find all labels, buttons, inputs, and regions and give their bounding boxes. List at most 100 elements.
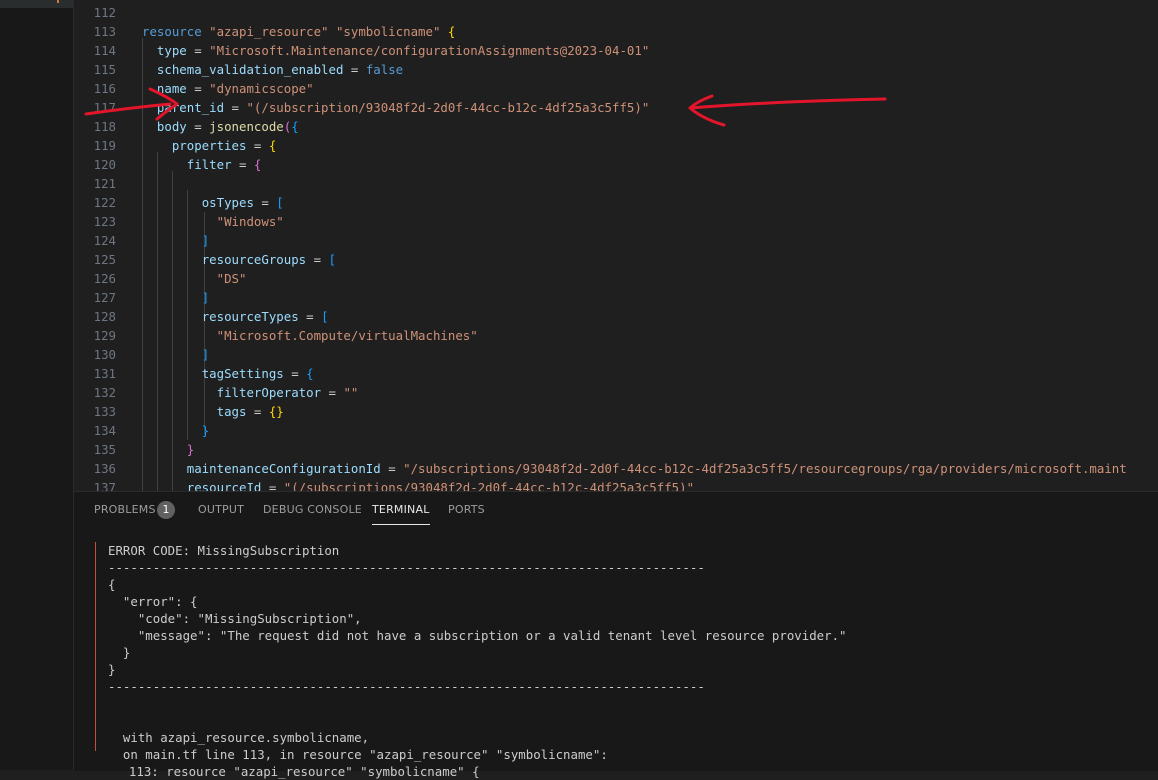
code-line[interactable]: 131 tagSettings = {: [74, 364, 1158, 383]
terminal-line: "message": "The request did not have a s…: [108, 628, 847, 643]
code-line[interactable]: 120 filter = {: [74, 155, 1158, 174]
code-token: "Microsoft.Compute/virtualMachines": [216, 328, 478, 343]
tab-terminal[interactable]: TERMINAL: [372, 503, 430, 525]
code-line[interactable]: 117 parent_id = "(/subscription/93048f2d…: [74, 98, 1158, 117]
code-token: filterOperator: [216, 385, 322, 400]
terminal-line: with azapi_resource.symbolicname,: [108, 730, 370, 745]
terminal-line: ----------------------------------------…: [108, 560, 705, 575]
line-code: type = "Microsoft.Maintenance/configurat…: [142, 41, 649, 60]
code-line[interactable]: 114 type = "Microsoft.Maintenance/config…: [74, 41, 1158, 60]
code-line[interactable]: 113 resource "azapi_resource" "symbolicna…: [74, 22, 1158, 41]
panel-tabs: PROBLEMS 1 OUTPUT DEBUG CONSOLE TERMINAL…: [74, 492, 1158, 528]
code-token: }: [201, 423, 210, 438]
problems-count-badge: 1: [157, 501, 175, 519]
code-token: =: [261, 480, 284, 491]
line-code: ]: [142, 288, 209, 307]
line-number: 124: [93, 233, 116, 248]
tab-problems[interactable]: PROBLEMS: [94, 503, 156, 516]
line-code: "DS": [142, 269, 247, 288]
code-token: ]: [201, 233, 210, 248]
line-code: maintenanceConfigurationId = "/subscript…: [142, 459, 1127, 478]
tab-debug-console[interactable]: DEBUG CONSOLE: [263, 503, 362, 516]
line-number: 136: [93, 461, 116, 476]
explorer-sidebar: [0, 0, 74, 770]
line-number: 132: [93, 385, 116, 400]
line-code: ]: [142, 231, 209, 250]
code-token: schema_validation_enabled: [156, 62, 344, 77]
line-code: osTypes = [: [142, 193, 284, 212]
code-line[interactable]: 133 tags = {}: [74, 402, 1158, 421]
code-line[interactable]: 132 filterOperator = "": [74, 383, 1158, 402]
code-token: =: [246, 404, 269, 419]
line-number: 133: [93, 404, 116, 419]
code-line[interactable]: 125 resourceGroups = [: [74, 250, 1158, 269]
code-line[interactable]: 123 "Windows": [74, 212, 1158, 231]
modified-indicator: [57, 0, 59, 3]
line-number: 127: [93, 290, 116, 305]
tab-output[interactable]: OUTPUT: [198, 503, 244, 516]
terminal-line: }: [108, 662, 116, 677]
line-number: 116: [93, 81, 116, 96]
code-token: =: [253, 195, 277, 210]
code-line[interactable]: 128 resourceTypes = [: [74, 307, 1158, 326]
code-token: tagSettings: [201, 366, 284, 381]
code-line[interactable]: 136 maintenanceConfigurationId = "/subsc…: [74, 459, 1158, 478]
terminal-output[interactable]: ERROR CODE: MissingSubscription ---------…: [74, 532, 1158, 779]
code-line[interactable]: 122 osTypes = [: [74, 193, 1158, 212]
code-line[interactable]: 127 ]: [74, 288, 1158, 307]
code-line[interactable]: 112: [74, 3, 1158, 22]
line-number: 128: [93, 309, 116, 324]
terminal-line: ----------------------------------------…: [108, 679, 705, 694]
code-token: resourceId: [186, 480, 262, 491]
code-line[interactable]: 130 ]: [74, 345, 1158, 364]
line-code: filter = {: [142, 155, 262, 174]
code-token: =: [343, 62, 366, 77]
code-line[interactable]: 116 name = "dynamicscope": [74, 79, 1158, 98]
code-token: [: [321, 309, 329, 324]
code-token: tags: [216, 404, 247, 419]
code-token: "(/subscription/93048f2d-2d0f-44cc-b12c-…: [246, 100, 650, 115]
code-editor[interactable]: 112 113 resource "azapi_resource" "symboli…: [74, 0, 1158, 491]
code-token: osTypes: [201, 195, 254, 210]
code-token: "Microsoft.Maintenance/configurationAssi…: [209, 43, 650, 58]
code-token: ]: [201, 290, 210, 305]
line-number: 113: [93, 24, 116, 39]
code-line[interactable]: 124 ]: [74, 231, 1158, 250]
tab-ports[interactable]: PORTS: [448, 503, 485, 516]
line-code: resourceTypes = [: [142, 307, 329, 326]
code-token: maintenanceConfigurationId: [186, 461, 381, 476]
code-token: resourceTypes: [201, 309, 299, 324]
code-token: resourceGroups: [201, 252, 307, 267]
code-line[interactable]: 115 schema_validation_enabled = false: [74, 60, 1158, 79]
code-line[interactable]: 137 resourceId = "(/subscriptions/93048f…: [74, 478, 1158, 491]
line-code: ]: [142, 345, 209, 364]
code-line[interactable]: 126 "DS": [74, 269, 1158, 288]
selected-file-row[interactable]: [0, 0, 73, 8]
code-token: =: [306, 252, 329, 267]
code-line[interactable]: 119 properties = {: [74, 136, 1158, 155]
line-code: name = "dynamicscope": [142, 79, 314, 98]
code-line[interactable]: 121: [74, 174, 1158, 193]
code-token: "DS": [216, 271, 247, 286]
line-code: tags = {}: [142, 402, 284, 421]
line-number: 125: [93, 252, 116, 267]
code-token: "symbolicname": [335, 24, 441, 39]
error-marker-bar: [95, 542, 96, 751]
code-line[interactable]: 134 }: [74, 421, 1158, 440]
code-token: =: [321, 385, 344, 400]
code-token: =: [186, 119, 210, 134]
code-line[interactable]: 129 "Microsoft.Compute/virtualMachines": [74, 326, 1158, 345]
code-line[interactable]: 118 body = jsonencode({: [74, 117, 1158, 136]
terminal-line: "code": "MissingSubscription",: [108, 611, 362, 626]
terminal-line: {: [108, 577, 116, 592]
code-token: resource: [142, 24, 210, 39]
code-token: =: [246, 138, 269, 153]
code-line[interactable]: 135 }: [74, 440, 1158, 459]
